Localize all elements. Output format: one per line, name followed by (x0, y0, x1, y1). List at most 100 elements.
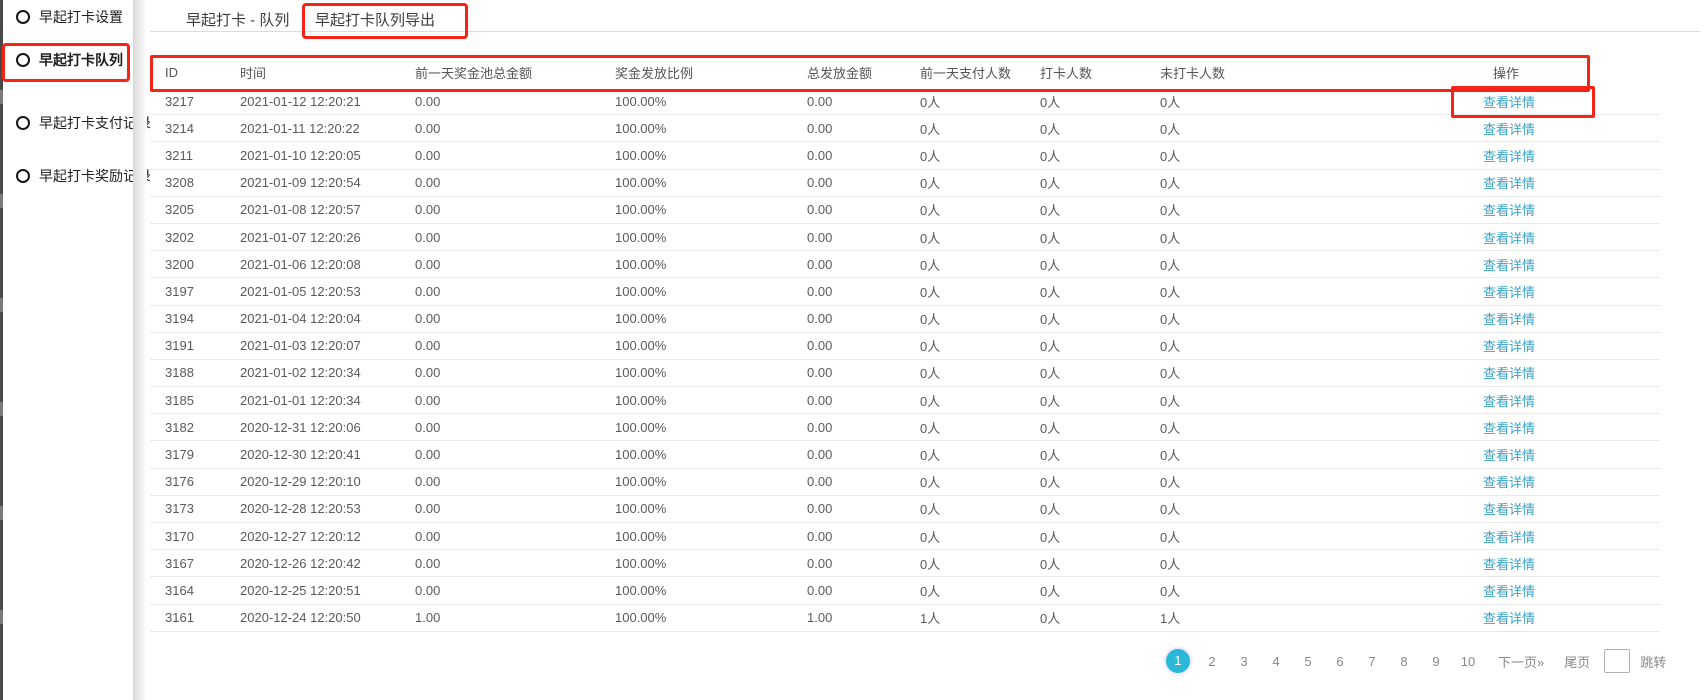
view-details-link[interactable]: 查看详情 (1483, 312, 1535, 327)
table-cell: 0.00 (415, 305, 615, 332)
table-cell: 1.00 (415, 604, 615, 631)
table-cell: 0.00 (415, 387, 615, 414)
table-cell: 1人 (920, 604, 1040, 631)
table-cell: 100.00% (615, 577, 807, 604)
column-header-7: 未打卡人数 (1160, 57, 1475, 88)
table-cell: 1.00 (807, 604, 920, 631)
table-cell: 0人 (920, 88, 1040, 115)
page-button-2[interactable]: 2 (1202, 654, 1222, 669)
table-cell-action: 查看详情 (1475, 169, 1660, 196)
view-details-link[interactable]: 查看详情 (1483, 231, 1535, 246)
table-cell: 0.00 (415, 278, 615, 305)
sidebar-item-0[interactable]: 早起打卡设置 (16, 6, 123, 28)
table-cell: 0.00 (807, 387, 920, 414)
table-cell: 0.00 (415, 169, 615, 196)
view-details-link[interactable]: 查看详情 (1483, 421, 1535, 436)
sidebar: 早起打卡设置早起打卡队列早起打卡支付记录早起打卡奖励记录 (3, 0, 133, 700)
view-details-link[interactable]: 查看详情 (1483, 176, 1535, 191)
table-cell-action: 查看详情 (1475, 251, 1660, 278)
view-details-link[interactable]: 查看详情 (1483, 258, 1535, 273)
table-cell: 3211 (150, 142, 240, 169)
table-cell: 0人 (920, 468, 1040, 495)
view-details-link[interactable]: 查看详情 (1483, 475, 1535, 490)
table-cell: 0.00 (415, 88, 615, 115)
table-cell: 2020-12-31 12:20:06 (240, 414, 415, 441)
table-body: 32172021-01-12 12:20:210.00100.00%0.000人… (150, 88, 1660, 631)
tab-queue[interactable]: 早起打卡 - 队列 (186, 9, 289, 30)
column-header-2: 前一天奖金池总金额 (415, 57, 615, 88)
view-details-link[interactable]: 查看详情 (1483, 611, 1535, 626)
table-cell: 2021-01-03 12:20:07 (240, 332, 415, 359)
view-details-link[interactable]: 查看详情 (1483, 394, 1535, 409)
page-button-3[interactable]: 3 (1234, 654, 1254, 669)
table-cell: 0人 (1160, 115, 1475, 142)
table-cell: 100.00% (615, 332, 807, 359)
table-cell: 0人 (920, 169, 1040, 196)
table-cell: 0人 (1040, 251, 1160, 278)
table-cell: 3185 (150, 387, 240, 414)
table-cell: 0人 (1160, 523, 1475, 550)
table-row: 31822020-12-31 12:20:060.00100.00%0.000人… (150, 414, 1660, 441)
last-page-button[interactable]: 尾页 (1564, 652, 1590, 671)
table-row: 32172021-01-12 12:20:210.00100.00%0.000人… (150, 88, 1660, 115)
view-details-link[interactable]: 查看详情 (1483, 448, 1535, 463)
view-details-link[interactable]: 查看详情 (1483, 149, 1535, 164)
page-button-1[interactable]: 1 (1166, 649, 1190, 673)
table-cell: 100.00% (615, 523, 807, 550)
table-cell: 0人 (920, 305, 1040, 332)
page-button-10[interactable]: 10 (1458, 654, 1478, 669)
view-details-link[interactable]: 查看详情 (1483, 530, 1535, 545)
column-header-6: 打卡人数 (1040, 57, 1160, 88)
table-cell: 0人 (1040, 142, 1160, 169)
jump-button[interactable]: 跳转 (1640, 652, 1666, 671)
table-cell: 3191 (150, 332, 240, 359)
page-button-4[interactable]: 4 (1266, 654, 1286, 669)
table-cell: 0.00 (807, 523, 920, 550)
view-details-link[interactable]: 查看详情 (1483, 366, 1535, 381)
table-cell: 3164 (150, 577, 240, 604)
table-cell: 3205 (150, 196, 240, 223)
table-cell: 0.00 (807, 577, 920, 604)
table-cell: 2021-01-10 12:20:05 (240, 142, 415, 169)
table-cell: 100.00% (615, 550, 807, 577)
sidebar-item-1[interactable]: 早起打卡队列 (16, 49, 123, 71)
page-button-7[interactable]: 7 (1362, 654, 1382, 669)
table-cell: 3194 (150, 305, 240, 332)
view-details-link[interactable]: 查看详情 (1483, 203, 1535, 218)
view-details-link[interactable]: 查看详情 (1483, 339, 1535, 354)
page-button-6[interactable]: 6 (1330, 654, 1350, 669)
table-cell: 0人 (1160, 495, 1475, 522)
page-button-9[interactable]: 9 (1426, 654, 1446, 669)
table-cell: 0.00 (415, 495, 615, 522)
view-details-link[interactable]: 查看详情 (1483, 285, 1535, 300)
sidebar-item-3[interactable]: 早起打卡奖励记录 (16, 165, 151, 187)
table-cell: 0.00 (807, 115, 920, 142)
tab-queue-export[interactable]: 早起打卡队列导出 (315, 9, 435, 30)
table-cell: 0人 (920, 550, 1040, 577)
page-button-5[interactable]: 5 (1298, 654, 1318, 669)
view-details-link[interactable]: 查看详情 (1483, 557, 1535, 572)
view-details-link[interactable]: 查看详情 (1483, 502, 1535, 517)
table-cell: 2021-01-11 12:20:22 (240, 115, 415, 142)
sidebar-item-2[interactable]: 早起打卡支付记录 (16, 112, 151, 134)
table-cell: 0人 (920, 332, 1040, 359)
table-cell: 2020-12-27 12:20:12 (240, 523, 415, 550)
table-cell: 0.00 (415, 359, 615, 386)
view-details-link[interactable]: 查看详情 (1483, 95, 1535, 110)
table-cell: 0人 (1040, 604, 1160, 631)
table-cell: 0人 (920, 278, 1040, 305)
table-cell: 0人 (1160, 142, 1475, 169)
table-cell: 2020-12-29 12:20:10 (240, 468, 415, 495)
table-cell: 0.00 (807, 169, 920, 196)
table-cell: 3170 (150, 523, 240, 550)
view-details-link[interactable]: 查看详情 (1483, 122, 1535, 137)
table-cell: 0人 (1160, 169, 1475, 196)
view-details-link[interactable]: 查看详情 (1483, 584, 1535, 599)
page-button-8[interactable]: 8 (1394, 654, 1414, 669)
jump-page-input[interactable] (1604, 649, 1630, 673)
next-page-button[interactable]: 下一页» (1498, 652, 1544, 671)
table-cell: 0人 (1040, 305, 1160, 332)
table-cell: 0人 (1160, 88, 1475, 115)
table-cell: 2021-01-02 12:20:34 (240, 359, 415, 386)
table-row: 32002021-01-06 12:20:080.00100.00%0.000人… (150, 251, 1660, 278)
